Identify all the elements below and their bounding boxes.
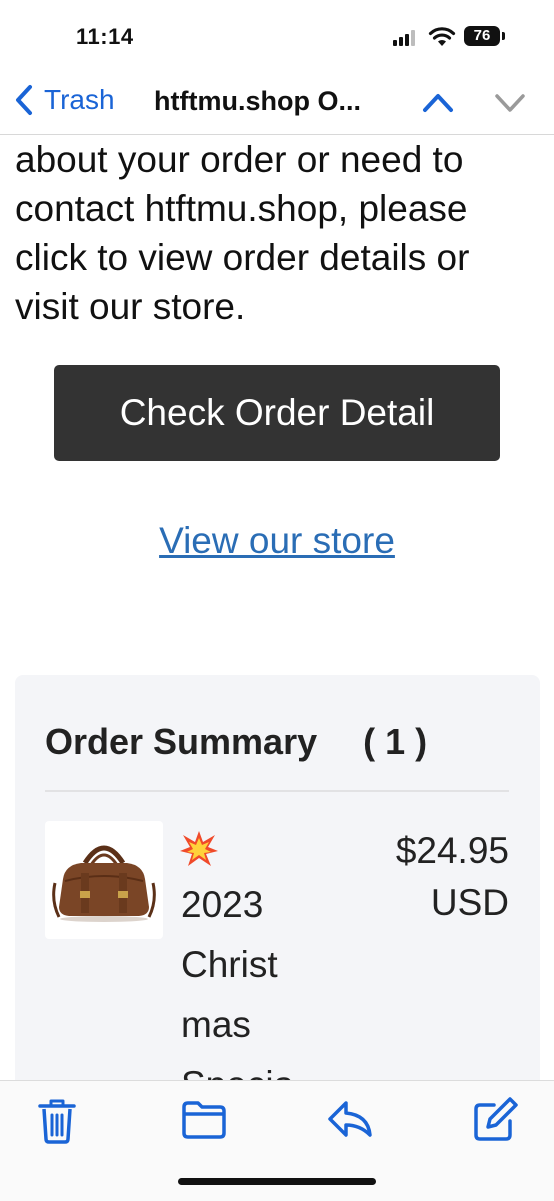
order-summary-card: Order Summary ( 1 ) 2023 Christ mas $24.…	[15, 675, 540, 1080]
battery-tip	[502, 32, 505, 40]
price-currency: USD	[430, 882, 509, 923]
product-name[interactable]: 2023 Christ mas Specia	[181, 875, 331, 1080]
view-store-link[interactable]: View our store	[0, 520, 554, 562]
product-image[interactable]	[45, 821, 163, 939]
home-indicator[interactable]	[178, 1178, 376, 1185]
wifi-icon	[428, 27, 456, 46]
email-body[interactable]: about your order or need to contact htft…	[0, 135, 554, 1080]
handbag-icon	[52, 845, 156, 922]
status-bar: 11:14 76	[0, 0, 554, 76]
order-summary-title: Order Summary ( 1 )	[45, 721, 428, 762]
compose-icon[interactable]	[472, 1097, 518, 1143]
back-button[interactable]: Trash	[12, 82, 115, 118]
status-time: 11:14	[76, 24, 134, 49]
trash-icon[interactable]	[36, 1097, 78, 1145]
intro-paragraph: about your order or need to contact htft…	[15, 139, 470, 327]
chevron-down-icon[interactable]	[492, 84, 528, 120]
chevron-up-icon[interactable]	[420, 84, 456, 120]
product-price: $24.95 USD	[345, 825, 509, 929]
folder-icon[interactable]	[180, 1097, 228, 1141]
collision-emoji-icon	[179, 829, 219, 874]
chevron-left-icon	[16, 85, 32, 115]
back-label: Trash	[44, 84, 115, 115]
battery-icon: 76	[464, 26, 500, 46]
check-order-detail-button[interactable]: Check Order Detail	[54, 365, 500, 461]
reply-icon[interactable]	[326, 1097, 374, 1141]
divider	[45, 790, 509, 792]
price-amount: $24.95	[395, 830, 509, 871]
email-subject-title: htftmu.shop O...	[154, 86, 361, 116]
mail-nav-bar: Trash htftmu.shop O...	[0, 76, 554, 135]
cellular-signal-icon	[393, 30, 419, 46]
